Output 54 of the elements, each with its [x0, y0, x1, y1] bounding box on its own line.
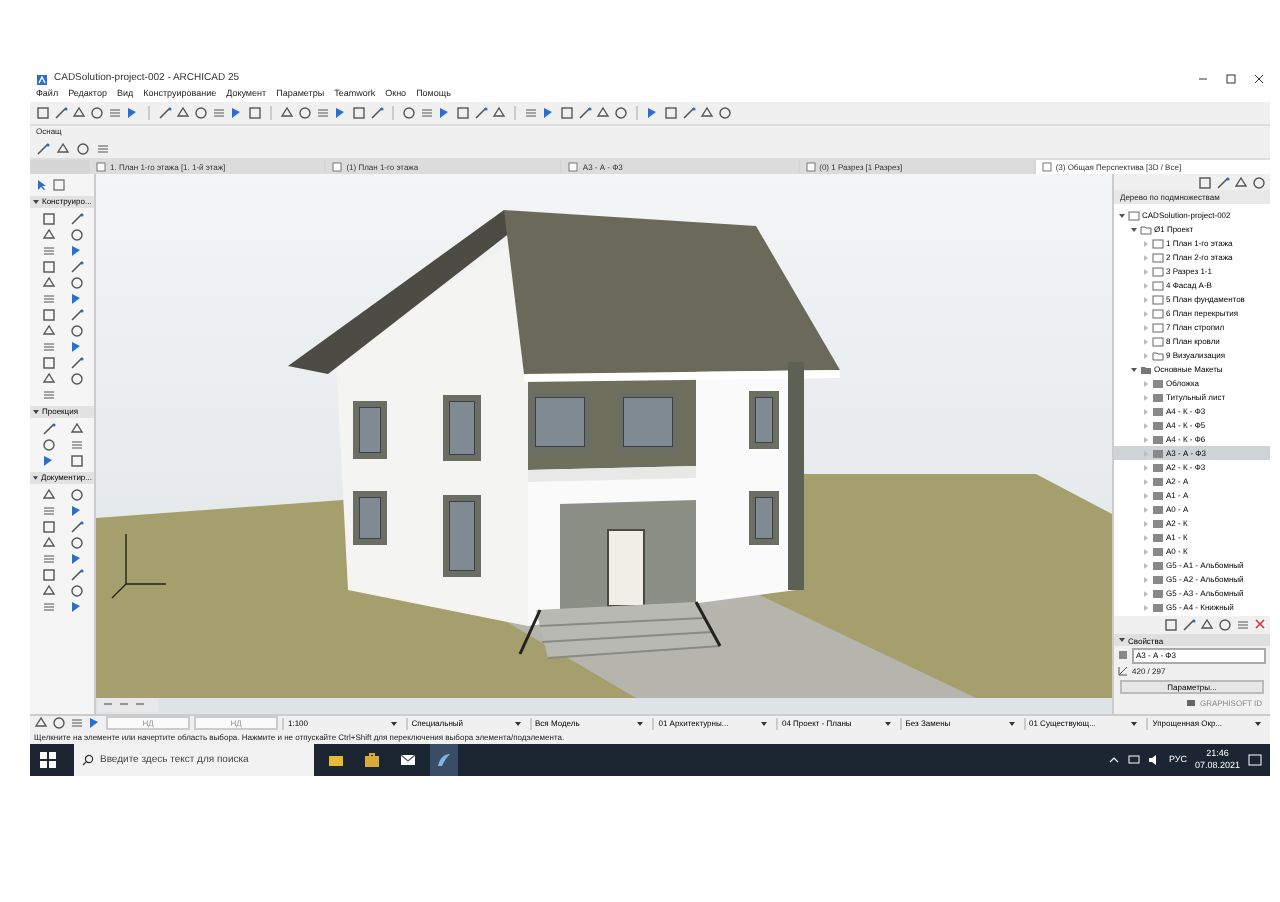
notification-icon[interactable] [1248, 753, 1262, 767]
tool-icon[interactable] [36, 141, 50, 155]
navigator-icon[interactable] [1216, 175, 1230, 189]
tool-icon[interactable] [474, 106, 488, 120]
sheet-icon [568, 162, 579, 172]
maximize-icon[interactable] [1226, 74, 1236, 84]
tool-icon[interactable] [69, 212, 83, 226]
bag-icon[interactable] [364, 752, 380, 768]
windows-start-icon[interactable] [40, 752, 56, 768]
caret-icon[interactable] [1118, 211, 1126, 219]
tool-icon[interactable] [41, 422, 55, 436]
tool-icon[interactable] [69, 568, 83, 582]
tool-icon[interactable] [370, 106, 384, 120]
caret-icon[interactable] [1130, 225, 1138, 233]
sheet-icon [96, 162, 106, 172]
caret-icon [32, 474, 39, 482]
minimize-icon[interactable] [1198, 74, 1208, 84]
tool-icon[interactable] [69, 308, 83, 322]
sheet-icon [1041, 162, 1052, 172]
tool-icon[interactable] [682, 106, 696, 120]
tool-icon[interactable] [69, 520, 83, 534]
panel-icon[interactable] [1182, 617, 1196, 631]
navigation-icon[interactable] [98, 698, 158, 712]
search-icon [82, 754, 94, 766]
sheet-icon [332, 162, 343, 172]
tool-icon[interactable] [126, 106, 140, 120]
caret-icon [1118, 636, 1126, 644]
panel-icon[interactable] [1164, 617, 1178, 631]
caret-icon[interactable] [1130, 365, 1138, 373]
axis-icon [111, 533, 167, 599]
tool-icon[interactable] [158, 106, 172, 120]
network-icon[interactable] [1128, 754, 1141, 766]
tool-icon[interactable] [69, 356, 83, 370]
tool-icon[interactable] [578, 106, 592, 120]
caret-icon [32, 198, 40, 206]
sheet-icon [805, 162, 816, 172]
close-icon[interactable] [1254, 74, 1264, 84]
tool-icon[interactable] [36, 106, 50, 120]
caret-icon [32, 408, 40, 416]
speaker-icon[interactable] [1148, 754, 1161, 766]
marquee-icon[interactable] [52, 178, 66, 192]
arrow-icon[interactable] [34, 178, 48, 192]
tool-icon[interactable] [54, 106, 68, 120]
layout-icon [1118, 650, 1128, 660]
folder-icon[interactable] [328, 752, 344, 768]
tool-icon[interactable] [69, 260, 83, 274]
mail-icon[interactable] [400, 752, 416, 768]
navigator-icon[interactable] [1198, 175, 1212, 189]
user-icon[interactable] [1185, 698, 1196, 708]
app-icon[interactable] [436, 752, 452, 768]
size-icon [1118, 666, 1128, 676]
tool-icon[interactable] [492, 106, 506, 120]
chevron-icon[interactable] [1108, 754, 1121, 766]
tool-icon[interactable] [402, 106, 416, 120]
